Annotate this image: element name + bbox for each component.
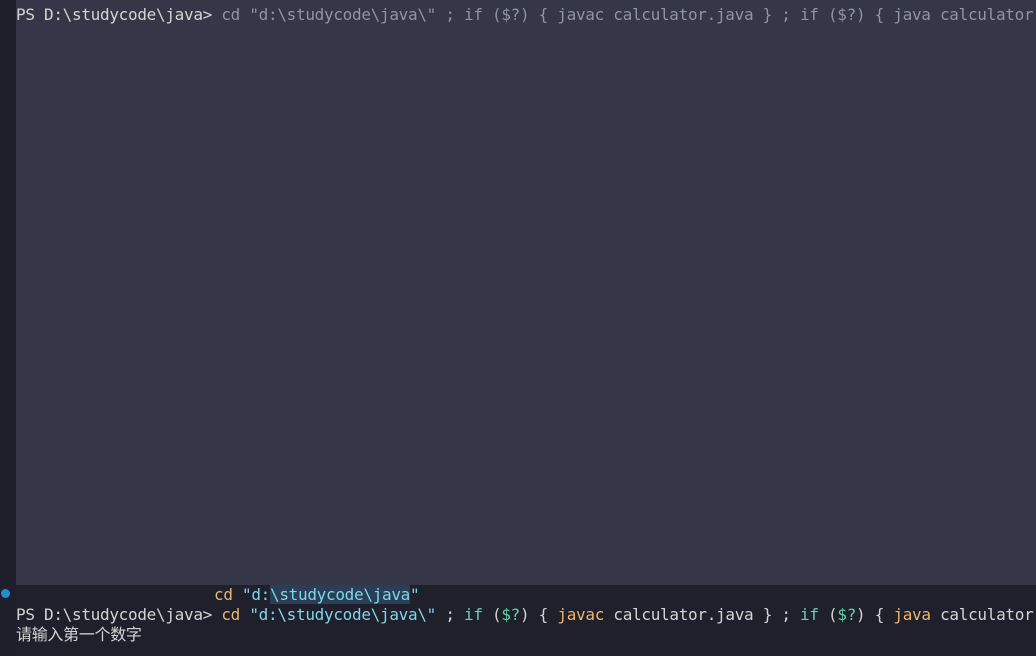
cmd-cond-close-2: ) { [856,605,894,624]
program-output-line: 请输入第一个数字 [16,625,142,644]
ghost-command-line: PS D:\studycode\java> cd "d:\studycode\j… [16,5,1036,25]
suggestion-item[interactable]: cd "d:\studycode\java" [214,585,420,605]
cmd-if-1: if [464,605,483,624]
cmd-java: java [893,605,931,624]
cmd-javac: javac [557,605,605,624]
suggestion-arg-prefix: "d: [242,585,271,604]
cmd-cond-close-1: ) { [520,605,558,624]
cmd-sep: ; [436,605,464,624]
ghost-command-text: cd "d:\studycode\java\" ; if ($?) { java… [221,5,1036,24]
cmd-cond-open-2: ( [818,605,838,624]
cmd-cd: cd [221,605,240,624]
terminal-gutter [0,0,16,656]
suggestion-overlay [16,0,1036,585]
cmd-java-arg: calculator } [940,605,1034,624]
cmd-if-2: if [800,605,819,624]
command-decoration-icon[interactable] [1,589,10,598]
prompt-text: PS D:\studycode\java> [16,5,222,24]
active-command-line[interactable]: PS D:\studycode\java> cd "d:\studycode\j… [16,605,1036,625]
cmd-path: "d:\studycode\java\" [240,605,436,624]
prompt-text-active: PS D:\studycode\java> [16,605,222,624]
cmd-var-1: $? [501,605,521,624]
suggestion-cmd: cd [214,585,233,604]
suggestion-arg-suffix: " [410,585,420,604]
suggestion-space [233,585,242,604]
suggestion-arg-highlight: \studycode\java [270,585,411,604]
cmd-cond-open-1: ( [482,605,502,624]
cmd-var-2: $? [837,605,857,624]
cmd-javac-arg: calculator.java } ; [604,605,801,624]
